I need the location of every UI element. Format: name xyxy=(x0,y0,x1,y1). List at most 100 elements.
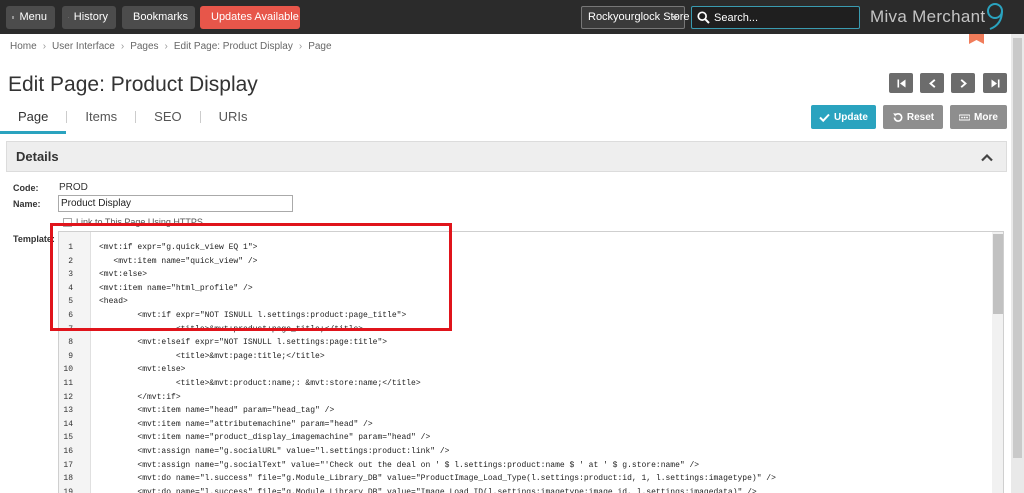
chevron-right-icon: › xyxy=(298,41,303,52)
code-text: <title>&mvt:product:page_title;</title> xyxy=(99,324,364,334)
page-scrollbar-thumb[interactable] xyxy=(1013,38,1022,458)
code-text: <mvt:if expr="g.quick_view EQ 1"> xyxy=(99,243,258,252)
code-line[interactable]: 19 <mvt:do name="l.success" file="g.Modu… xyxy=(59,486,989,493)
clock-icon xyxy=(68,17,69,18)
breadcrumb-page: Page xyxy=(308,41,332,52)
line-number: 15 xyxy=(63,433,73,443)
line-number: 18 xyxy=(63,474,73,484)
code-line[interactable]: 6 <mvt:if expr="NOT ISNULL l.settings:pr… xyxy=(59,309,989,322)
tab-items[interactable]: Items xyxy=(67,108,135,134)
last-record-button[interactable] xyxy=(983,73,1007,93)
menu-button[interactable]: Menu xyxy=(6,6,55,29)
line-number: 1 xyxy=(68,243,73,252)
breadcrumb-home[interactable]: Home xyxy=(10,41,37,52)
code-text: <mvt:assign name="g.socialURL" value="l.… xyxy=(99,447,450,456)
code-line[interactable]: 5 <head> xyxy=(59,295,989,308)
bookmarks-button[interactable]: Bookmarks xyxy=(122,6,195,29)
brand-logo-text: Miva Merchant xyxy=(870,7,986,26)
code-line[interactable]: 11 <title>&mvt:product:name;: &mvt:store… xyxy=(59,377,989,390)
skip-first-icon xyxy=(897,79,905,87)
code-line[interactable]: 4 <mvt:item name="html_profile" /> xyxy=(59,282,989,295)
code-label: Code: xyxy=(13,183,39,193)
editor-scrollbar-thumb[interactable] xyxy=(993,234,1003,314)
code-line[interactable]: 16 <mvt:assign name="g.socialURL" value=… xyxy=(59,445,989,458)
more-button[interactable]: More xyxy=(950,105,1007,129)
bookmark-ribbon-icon[interactable] xyxy=(969,34,984,44)
code-line[interactable]: 14 <mvt:item name="attributemachine" par… xyxy=(59,418,989,431)
history-button[interactable]: History xyxy=(62,6,116,29)
tab-bar: Page Items SEO URIs xyxy=(0,108,266,134)
editor-scrollbar[interactable] xyxy=(992,232,1003,493)
code-text: <mvt:item name="product_display_imagemac… xyxy=(99,433,431,443)
chevron-up-icon[interactable] xyxy=(981,153,993,162)
update-button[interactable]: Update xyxy=(811,105,876,129)
breadcrumb-user-interface[interactable]: User Interface xyxy=(52,41,115,52)
code-line[interactable]: 8 <mvt:elseif expr="NOT ISNULL l.setting… xyxy=(59,336,989,349)
code-text: <mvt:else> xyxy=(99,365,186,375)
miva-nine-logo-icon xyxy=(987,3,1003,30)
next-record-button[interactable] xyxy=(951,73,975,93)
https-checkbox[interactable] xyxy=(63,218,72,227)
breadcrumb-edit-page[interactable]: Edit Page: Product Display xyxy=(174,41,293,52)
code-text: <mvt:elseif expr="NOT ISNULL l.settings:… xyxy=(99,338,388,348)
store-select[interactable]: Rockyourglock Store xyxy=(581,6,690,29)
code-text: <mvt:do name="l.success" file="g.Module_… xyxy=(99,474,776,484)
hamburger-icon xyxy=(12,16,15,19)
chevron-right-icon: › xyxy=(164,41,168,52)
code-text: <mvt:item name="html_profile" /> xyxy=(99,283,253,293)
code-text: <mvt:item name="quick_view" /> xyxy=(99,256,258,266)
reset-button[interactable]: Reset xyxy=(883,105,943,129)
code-line[interactable]: 15 <mvt:item name="product_display_image… xyxy=(59,431,989,444)
details-panel-header[interactable]: Details xyxy=(6,141,1007,172)
history-button-label: History xyxy=(73,11,108,23)
code-line[interactable]: 7 <title>&mvt:product:page_title;</title… xyxy=(59,323,989,336)
name-input[interactable] xyxy=(58,195,293,212)
search-box[interactable] xyxy=(691,6,860,29)
code-line[interactable]: 1 <mvt:if expr="g.quick_view EQ 1"> xyxy=(59,241,989,254)
line-number: 8 xyxy=(68,338,73,348)
code-value: PROD xyxy=(59,182,88,193)
https-checkbox-label: Link to This Page Using HTTPS xyxy=(76,217,203,227)
line-number: 16 xyxy=(63,447,73,456)
search-input[interactable] xyxy=(714,9,854,26)
breadcrumb-pages[interactable]: Pages xyxy=(130,41,158,52)
page-title: Edit Page: Product Display xyxy=(8,73,258,96)
template-code-editor[interactable]: 1 <mvt:if expr="g.quick_view EQ 1"> 2 <mvt… xyxy=(58,231,1004,493)
chevron-down-icon xyxy=(672,16,678,20)
ellipsis-icon xyxy=(959,114,971,120)
code-line[interactable]: 9 <title>&mvt:page:title;</title> xyxy=(59,350,989,363)
tab-seo[interactable]: SEO xyxy=(136,108,199,134)
code-line[interactable]: 18 <mvt:do name="l.success" file="g.Modu… xyxy=(59,472,989,485)
top-bar: Menu History Bookmarks Updates Available… xyxy=(0,0,1024,34)
code-text: <mvt:if expr="NOT ISNULL l.settings:prod… xyxy=(99,311,407,320)
code-text: <title>&mvt:page:title;</title> xyxy=(99,351,325,361)
line-number: 6 xyxy=(68,311,73,320)
updates-button-label: Updates Available xyxy=(211,11,299,23)
line-number: 10 xyxy=(63,365,73,375)
code-text: <mvt:item name="head" param="head_tag" /… xyxy=(99,406,335,416)
code-text: <head> xyxy=(99,297,128,307)
details-title: Details xyxy=(16,149,59,164)
previous-record-button[interactable] xyxy=(920,73,944,93)
tab-uris[interactable]: URIs xyxy=(201,108,266,134)
line-number: 14 xyxy=(63,419,73,429)
code-text: <mvt:do name="l.success" file="g.Module_… xyxy=(99,487,757,493)
code-line[interactable]: 13 <mvt:item name="head" param="head_tag… xyxy=(59,404,989,417)
line-number: 11 xyxy=(63,379,73,388)
line-number: 4 xyxy=(68,283,73,293)
code-line[interactable]: 3 <mvt:else> xyxy=(59,268,989,281)
code-line[interactable]: 10 <mvt:else> xyxy=(59,363,989,376)
code-line[interactable]: 2 <mvt:item name="quick_view" /> xyxy=(59,255,989,268)
code-text: </mvt:if> xyxy=(99,392,181,402)
page-scrollbar[interactable] xyxy=(1011,34,1024,493)
updates-available-button[interactable]: Updates Available xyxy=(200,6,300,29)
code-line[interactable]: 17 <mvt:assign name="g.socialText" value… xyxy=(59,459,989,472)
line-number: 9 xyxy=(68,351,73,361)
first-record-button[interactable] xyxy=(889,73,913,93)
code-line[interactable]: 12 </mvt:if> xyxy=(59,391,989,404)
chevron-left-icon xyxy=(928,78,935,88)
code-text: <title>&mvt:product:name;: &mvt:store:na… xyxy=(99,379,421,388)
chevron-right-icon: › xyxy=(120,41,125,52)
breadcrumb: Home › User Interface › Pages › Edit Pag… xyxy=(10,41,332,52)
tab-page[interactable]: Page xyxy=(0,108,67,134)
